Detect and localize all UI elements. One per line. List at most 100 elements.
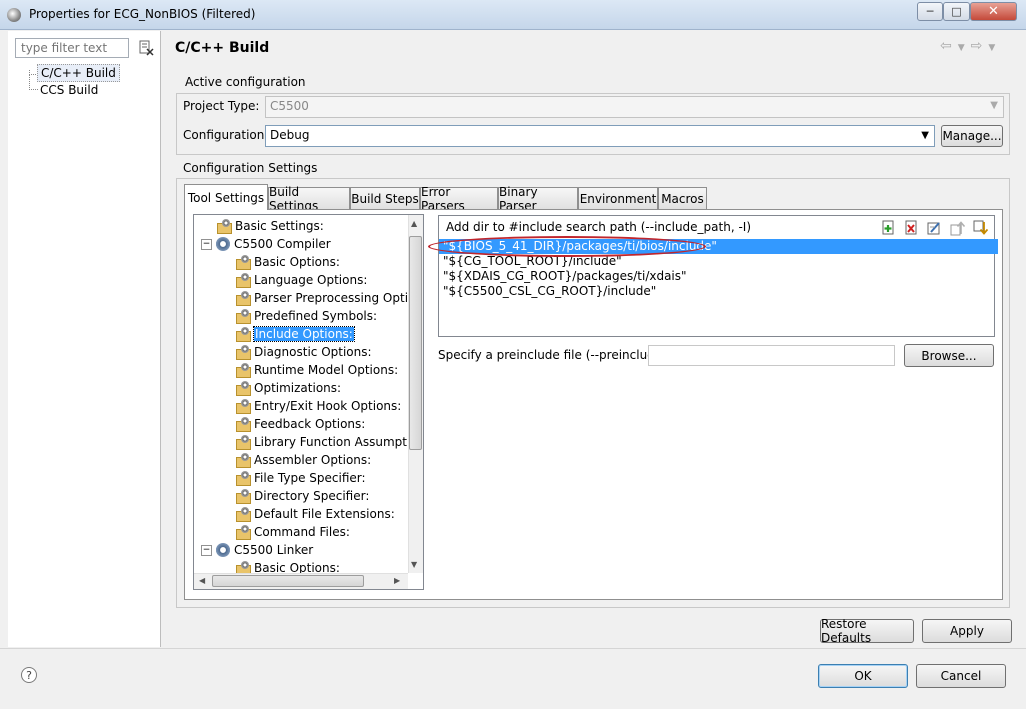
nav-item-cpp-build[interactable]: C/C++ Build	[37, 64, 120, 82]
settings-folder-icon	[235, 489, 251, 504]
ok-button[interactable]: OK	[818, 664, 908, 688]
tree-item-c5500-linker[interactable]: − C5500 Linker	[201, 541, 313, 559]
separator	[0, 648, 1026, 649]
tree-item-default-file-extensions[interactable]: Default File Extensions:	[235, 505, 395, 523]
tab-environment[interactable]: Environment	[578, 187, 658, 209]
settings-folder-icon	[235, 381, 251, 396]
minimize-button[interactable]: ─	[917, 2, 943, 21]
tree-item-include-options[interactable]: Include Options:	[235, 325, 355, 343]
close-button[interactable]: ✕	[970, 2, 1017, 21]
history-navigation[interactable]: ⇦▼⇨▼	[940, 38, 1001, 54]
configuration-label: Configuration:	[183, 128, 269, 142]
active-configuration-label: Active configuration	[183, 75, 308, 89]
tree-item-entry-exit-hook[interactable]: Entry/Exit Hook Options:	[235, 397, 401, 415]
tree-item-runtime-model-options[interactable]: Runtime Model Options:	[235, 361, 398, 379]
settings-folder-icon	[235, 399, 251, 414]
settings-folder-icon	[216, 219, 232, 234]
tree-item-feedback-options[interactable]: Feedback Options:	[235, 415, 365, 433]
settings-folder-icon	[235, 273, 251, 288]
settings-folder-icon	[235, 525, 251, 540]
move-down-icon[interactable]	[972, 220, 988, 236]
settings-folder-icon	[235, 291, 251, 306]
include-paths-header: Add dir to #include search path (--inclu…	[446, 220, 752, 234]
cancel-button[interactable]: Cancel	[916, 664, 1006, 688]
window-title: Properties for ECG_NonBIOS (Filtered)	[29, 7, 256, 21]
project-type-select: C5500 ▼	[265, 96, 1004, 118]
minimize-icon: ─	[926, 5, 934, 18]
chevron-down-icon: ▼	[990, 100, 998, 111]
collapse-icon[interactable]: −	[201, 544, 212, 556]
gear-icon	[215, 543, 231, 557]
tree-item-basic-options[interactable]: Basic Options:	[235, 253, 340, 271]
chevron-down-icon[interactable]: ▼	[921, 130, 929, 141]
app-icon	[7, 8, 21, 22]
tree-item-parser-preprocessing[interactable]: Parser Preprocessing Option	[235, 289, 423, 307]
tab-macros[interactable]: Macros	[658, 187, 707, 209]
project-type-value: C5500	[270, 99, 309, 113]
tree-item-predefined-symbols[interactable]: Predefined Symbols:	[235, 307, 377, 325]
settings-folder-icon	[235, 327, 251, 342]
add-path-icon[interactable]	[880, 220, 896, 236]
scroll-down-icon[interactable]: ▼	[411, 560, 417, 569]
help-icon[interactable]: ?	[21, 667, 37, 683]
tab-binary-parser[interactable]: Binary Parser	[498, 185, 578, 213]
maximize-button[interactable]: □	[943, 2, 970, 21]
tree-item-language-options[interactable]: Language Options:	[235, 271, 367, 289]
close-icon: ✕	[988, 4, 999, 19]
back-menu-icon[interactable]: ▼	[958, 43, 971, 53]
back-arrow-icon[interactable]: ⇦	[940, 38, 958, 54]
preinclude-label: Specify a preinclude file (--preinclude)	[438, 348, 667, 362]
forward-arrow-icon[interactable]: ⇨	[971, 38, 989, 54]
tree-item-basic-settings[interactable]: Basic Settings:	[216, 217, 324, 235]
tree-item-optimizations[interactable]: Optimizations:	[235, 379, 341, 397]
clear-filter-icon[interactable]	[138, 40, 154, 56]
project-type-label: Project Type:	[183, 99, 260, 113]
delete-path-icon[interactable]	[903, 220, 919, 236]
tree-item-command-files[interactable]: Command Files:	[235, 523, 350, 541]
edit-path-icon[interactable]	[926, 220, 942, 236]
tree-item-library-function[interactable]: Library Function Assumption	[235, 433, 423, 451]
settings-folder-icon	[235, 363, 251, 378]
scroll-right-icon[interactable]: ▶	[394, 576, 400, 585]
tab-error-parsers[interactable]: Error Parsers	[420, 185, 498, 213]
nav-item-ccs-build[interactable]: CCS Build	[40, 83, 98, 97]
maximize-icon: □	[951, 5, 962, 18]
apply-button[interactable]: Apply	[922, 619, 1012, 643]
scroll-left-icon[interactable]: ◀	[199, 576, 205, 585]
filter-input[interactable]	[15, 38, 129, 58]
tab-build-steps[interactable]: Build Steps	[350, 187, 420, 209]
gear-icon	[215, 237, 231, 251]
restore-defaults-button[interactable]: Restore Defaults	[820, 617, 914, 645]
forward-menu-icon[interactable]: ▼	[988, 43, 1001, 53]
settings-folder-icon	[235, 435, 251, 450]
tab-tool-settings[interactable]: Tool Settings	[184, 184, 268, 210]
collapse-icon[interactable]: −	[201, 238, 212, 250]
scroll-up-icon[interactable]: ▲	[411, 219, 417, 228]
settings-folder-icon	[235, 255, 251, 270]
tool-settings-tree: Basic Settings: − C5500 Compiler Basic Op…	[193, 214, 424, 590]
highlight-ellipse	[428, 236, 706, 257]
tree-item-diagnostic-options[interactable]: Diagnostic Options:	[235, 343, 372, 361]
include-path-row[interactable]: "${XDAIS_CG_ROOT}/packages/ti/xdais"	[439, 269, 998, 284]
settings-folder-icon	[235, 507, 251, 522]
configuration-select[interactable]: Debug ▼	[265, 125, 935, 147]
navigation-pane	[8, 31, 161, 647]
tree-item-assembler-options[interactable]: Assembler Options:	[235, 451, 371, 469]
settings-folder-icon	[235, 309, 251, 324]
settings-folder-icon	[235, 453, 251, 468]
tab-build-settings[interactable]: Build Settings	[268, 185, 350, 213]
include-path-row[interactable]: "${C5500_CSL_CG_ROOT}/include"	[439, 284, 998, 299]
tree-item-file-type-specifier[interactable]: File Type Specifier:	[235, 469, 366, 487]
preinclude-input[interactable]	[648, 345, 895, 366]
tree-vertical-scroll-thumb[interactable]	[409, 236, 422, 450]
settings-folder-icon	[235, 345, 251, 360]
include-paths-toolbar	[880, 220, 988, 236]
tree-item-c5500-compiler[interactable]: − C5500 Compiler	[201, 235, 331, 253]
configuration-settings-label: Configuration Settings	[183, 161, 318, 175]
tree-item-directory-specifier[interactable]: Directory Specifier:	[235, 487, 369, 505]
move-up-icon[interactable]	[949, 220, 965, 236]
settings-folder-icon	[235, 417, 251, 432]
manage-button[interactable]: Manage...	[941, 125, 1003, 147]
browse-button[interactable]: Browse...	[904, 344, 994, 367]
tree-horizontal-scroll-thumb[interactable]	[212, 575, 364, 587]
